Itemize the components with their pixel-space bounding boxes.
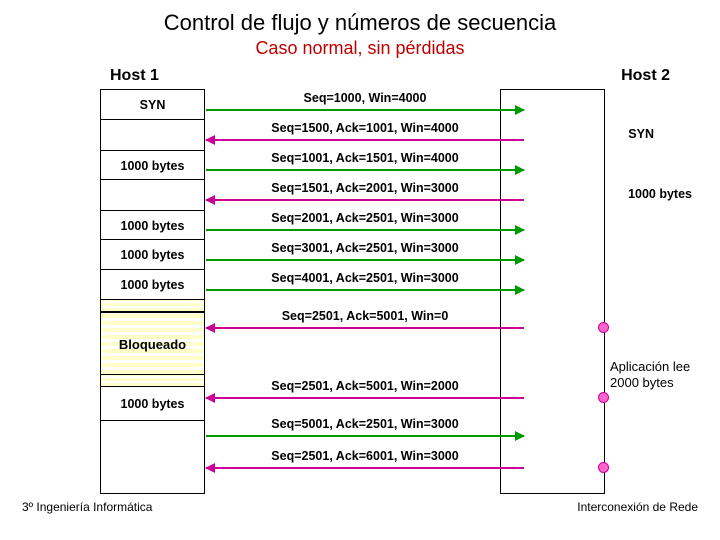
msg-text: Seq=1500, Ack=1001, Win=4000 bbox=[210, 121, 520, 135]
host1-block-1000: 1000 bytes bbox=[101, 240, 204, 270]
arrow-left-icon bbox=[206, 467, 524, 469]
arrow-right-icon bbox=[206, 259, 524, 261]
footer: 3º Ingeniería Informática Interconexión … bbox=[20, 500, 700, 514]
event-dot-icon bbox=[598, 462, 609, 473]
sequence-diagram: SYN 1000 bytes 1000 bytes 1000 bytes 100… bbox=[20, 89, 700, 494]
spacer bbox=[501, 330, 604, 495]
host-header-row: Host 1 Host 2 bbox=[20, 67, 700, 85]
msg-text: Seq=5001, Ack=2501, Win=3000 bbox=[210, 417, 520, 431]
hatch-small bbox=[101, 300, 204, 312]
arrow-right-icon bbox=[206, 289, 524, 291]
msg-text: Seq=4001, Ack=2501, Win=3000 bbox=[210, 271, 520, 285]
page-title: Control de flujo y números de secuencia bbox=[20, 10, 700, 36]
msg-text: Seq=2501, Ack=5001, Win=2000 bbox=[210, 379, 520, 393]
msg-text: Seq=2001, Ack=2501, Win=3000 bbox=[210, 211, 520, 225]
msg-text: Seq=2501, Ack=6001, Win=3000 bbox=[210, 449, 520, 463]
arrow-left-icon bbox=[206, 199, 524, 201]
spacer bbox=[101, 180, 204, 210]
host1-block-1000: 1000 bytes bbox=[101, 270, 204, 300]
footer-left: 3º Ingeniería Informática bbox=[22, 500, 152, 514]
host1-syn: SYN bbox=[101, 90, 204, 120]
msg-text: Seq=1000, Win=4000 bbox=[210, 91, 520, 105]
event-dot-icon bbox=[598, 392, 609, 403]
arrow-left-icon bbox=[206, 327, 524, 329]
host1-blocked: Bloqueado bbox=[101, 312, 204, 375]
host1-block-1000: 1000 bytes bbox=[101, 210, 204, 240]
arrow-right-icon bbox=[206, 109, 524, 111]
host2-syn-label: SYN bbox=[628, 127, 654, 141]
arrow-right-icon bbox=[206, 435, 524, 437]
app-reads-note: Aplicación lee 2000 bytes bbox=[610, 359, 706, 392]
footer-right: Interconexión de Rede bbox=[577, 500, 698, 514]
event-dot-icon bbox=[598, 322, 609, 333]
host2-label: Host 2 bbox=[621, 67, 670, 85]
host1-block-1000: 1000 bytes bbox=[101, 387, 204, 421]
spacer bbox=[101, 120, 204, 150]
arrow-left-icon bbox=[206, 397, 524, 399]
msg-text: Seq=1001, Ack=1501, Win=4000 bbox=[210, 151, 520, 165]
msg-text: Seq=3001, Ack=2501, Win=3000 bbox=[210, 241, 520, 255]
msg-text: Seq=2501, Ack=5001, Win=0 bbox=[210, 309, 520, 323]
hatch-small bbox=[101, 375, 204, 387]
host1-block-1000: 1000 bytes bbox=[101, 150, 204, 180]
arrow-left-icon bbox=[206, 139, 524, 141]
arrow-right-icon bbox=[206, 169, 524, 171]
host1-column: SYN 1000 bytes 1000 bytes 1000 bytes 100… bbox=[100, 89, 205, 494]
host2-1000-label: 1000 bytes bbox=[628, 187, 692, 201]
page-subtitle: Caso normal, sin pérdidas bbox=[20, 38, 700, 59]
spacer bbox=[101, 421, 204, 465]
msg-text: Seq=1501, Ack=2001, Win=3000 bbox=[210, 181, 520, 195]
arrow-right-icon bbox=[206, 229, 524, 231]
host1-label: Host 1 bbox=[110, 67, 159, 85]
